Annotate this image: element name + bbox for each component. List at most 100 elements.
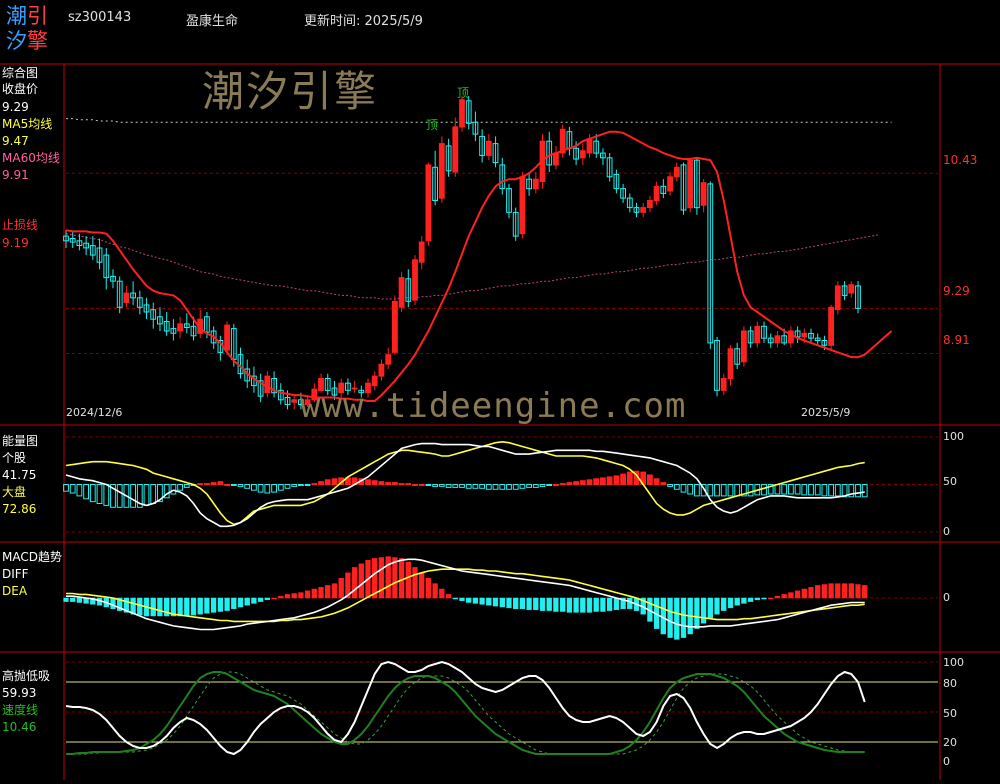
top-marker-1: 顶 <box>426 118 439 132</box>
macd-bar <box>835 583 841 599</box>
energy-bar <box>479 484 486 489</box>
energy-bar <box>667 484 674 487</box>
energy-bar <box>606 476 613 485</box>
energy-bar <box>365 479 371 486</box>
macd-bar <box>815 585 821 599</box>
macd-bar <box>237 597 244 608</box>
macd-bar <box>311 588 317 599</box>
energy-bar <box>237 484 244 487</box>
energy-bar <box>861 484 868 498</box>
energy-bar <box>170 484 177 495</box>
macd-bar <box>841 583 848 599</box>
energy-market-value: 72.86 <box>2 502 37 516</box>
macd-bar <box>553 597 559 612</box>
tick-macd-0: 0 <box>943 591 950 604</box>
energy-bar <box>197 483 204 486</box>
macd-bar <box>539 597 546 611</box>
candle-body <box>720 378 727 391</box>
energy-bar <box>445 484 452 488</box>
energy-bar <box>257 484 264 493</box>
energy-bar <box>277 484 284 491</box>
candle-body <box>834 285 841 311</box>
candle-body <box>371 375 378 387</box>
energy-bar <box>96 484 103 504</box>
energy-bar <box>284 484 291 489</box>
macd-bar <box>486 597 492 606</box>
candle-body <box>774 335 781 344</box>
macd-bar <box>479 597 485 605</box>
macd-bar <box>197 597 203 615</box>
energy-bar <box>392 482 398 486</box>
macd-bar <box>204 597 210 614</box>
logo-char-4: 擎 <box>27 29 48 53</box>
macd-bar <box>190 597 197 616</box>
macd-bar <box>304 590 311 599</box>
macd-bar <box>513 597 519 610</box>
energy-bar <box>251 484 257 491</box>
energy-bar <box>499 484 506 490</box>
macd-bar <box>70 597 76 602</box>
energy-bar <box>412 484 418 486</box>
hilo-title: 高抛低吸 <box>2 669 51 683</box>
energy-bar <box>76 484 83 497</box>
macd-bar <box>667 597 673 638</box>
macd-bar <box>627 597 633 610</box>
candle-body <box>586 138 593 154</box>
energy-bar <box>673 484 680 490</box>
macd-bar <box>794 590 801 599</box>
ma60-label: MA60均线 <box>2 151 60 165</box>
logo-char-2: 引 <box>27 4 48 28</box>
macd-bar <box>63 597 69 602</box>
energy-bar <box>425 484 432 486</box>
macd-bar <box>318 586 324 599</box>
tick-main-1: 10.43 <box>943 153 978 167</box>
macd-bar <box>519 597 526 610</box>
candle-body <box>378 363 385 377</box>
tick-hilo-20: 20 <box>943 736 957 749</box>
macd-bar <box>419 572 425 599</box>
candle-body <box>412 259 418 301</box>
macd-diff-label: DIFF <box>2 567 29 581</box>
energy-bar <box>465 484 472 489</box>
macd-bar <box>231 597 237 610</box>
macd-bar <box>714 597 720 615</box>
ma5-value: 9.47 <box>2 134 29 148</box>
energy-bar <box>694 484 700 497</box>
macd-bar <box>392 557 398 599</box>
candle-body <box>667 176 674 192</box>
energy-bar <box>331 478 338 485</box>
energy-market-label: 大盘 <box>2 485 27 499</box>
energy-bar <box>418 484 425 486</box>
energy-bar <box>727 484 734 497</box>
energy-bar <box>559 483 566 486</box>
energy-bar <box>774 484 781 495</box>
macd-bar <box>137 597 143 616</box>
macd-bar <box>774 595 781 599</box>
macd-bar <box>184 597 190 617</box>
macd-bar <box>385 556 391 599</box>
energy-bar <box>492 484 499 490</box>
candle-body <box>579 150 586 159</box>
energy-bar <box>553 484 559 486</box>
macd-bar <box>405 561 411 599</box>
energy-bar <box>271 484 278 493</box>
macd-bar <box>566 597 573 613</box>
energy-bar <box>324 479 331 486</box>
energy-bar <box>794 484 801 495</box>
energy-bar <box>680 484 687 493</box>
macd-bar <box>499 597 505 608</box>
energy-bar <box>291 484 298 487</box>
energy-bar <box>244 484 251 489</box>
macd-bar <box>727 597 734 609</box>
macd-bar <box>76 597 83 603</box>
energy-bar <box>707 484 714 497</box>
tick-hilo-0: 0 <box>943 755 950 768</box>
macd-bar <box>606 597 613 611</box>
candle-body <box>452 126 459 173</box>
tick-energy-0: 0 <box>943 525 950 538</box>
macd-bar <box>761 597 767 600</box>
candle-body <box>553 152 559 166</box>
macd-bar <box>244 597 250 606</box>
macd-bar <box>298 592 304 599</box>
candle-body <box>532 178 539 190</box>
